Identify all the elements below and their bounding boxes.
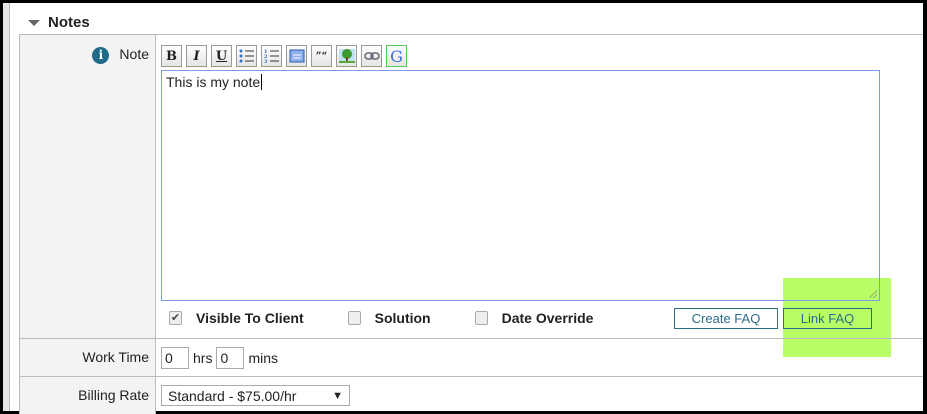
numbered-list-button[interactable]: 123 — [261, 45, 282, 67]
svg-text:3: 3 — [264, 59, 268, 63]
image-icon — [338, 49, 355, 63]
google-icon: G — [390, 46, 403, 66]
note-label: Note — [119, 46, 149, 62]
box-icon — [289, 49, 304, 63]
note-options: ✔ Visible To Client Solution Date Overrid… — [161, 303, 923, 333]
note-row: i Note B I U 123 ”“ G This is my note ✔ Vi… — [20, 35, 923, 339]
mins-label: mins — [248, 349, 279, 366]
form-table: i Note B I U 123 ”“ G This is my note ✔ Vi… — [19, 34, 923, 414]
billing-rate-select[interactable]: Standard - $75.00/hr ▼ — [161, 385, 350, 406]
create-faq-button[interactable]: Create FAQ — [674, 308, 778, 329]
solution-label: Solution — [374, 310, 431, 326]
bulleted-list-icon — [239, 49, 254, 63]
italic-button[interactable]: I — [186, 45, 207, 67]
bold-button[interactable]: B — [161, 45, 182, 67]
note-label-cell: i Note — [20, 35, 156, 338]
insert-box-button[interactable] — [286, 45, 307, 67]
hours-input[interactable]: 0 — [161, 346, 189, 369]
solution-checkbox[interactable] — [347, 311, 361, 325]
hrs-label: hrs — [193, 349, 213, 366]
billing-rate-cell: Standard - $75.00/hr ▼ — [156, 385, 923, 406]
bulleted-list-button[interactable] — [236, 45, 257, 67]
work-time-label: Work Time — [20, 339, 156, 376]
insert-link-button[interactable] — [361, 45, 382, 67]
info-icon[interactable]: i — [92, 46, 110, 64]
billing-rate-row: Billing Rate Standard - $75.00/hr ▼ — [20, 377, 923, 414]
visible-to-client-label: Visible To Client — [196, 310, 304, 326]
quote-button[interactable]: ”“ — [311, 45, 332, 67]
link-faq-button[interactable]: Link FAQ — [783, 308, 872, 329]
section-title: Notes — [48, 14, 90, 31]
visible-to-client-checkbox[interactable]: ✔ — [169, 311, 182, 325]
resize-grip-icon[interactable] — [869, 290, 877, 298]
date-override-checkbox[interactable] — [474, 311, 488, 325]
work-time-row: Work Time 0 hrs 0 mins — [20, 339, 923, 377]
dropdown-arrow-icon: ▼ — [332, 389, 343, 402]
billing-rate-label: Billing Rate — [20, 377, 156, 414]
editor-toolbar: B I U 123 ”“ G — [161, 45, 923, 67]
collapse-triangle-icon[interactable] — [28, 19, 40, 26]
quote-icon: ”“ — [315, 50, 328, 62]
note-cell: B I U 123 ”“ G This is my note ✔ Visible … — [156, 35, 923, 338]
google-button[interactable]: G — [386, 45, 407, 67]
minutes-input[interactable]: 0 — [216, 346, 245, 369]
section-header[interactable]: Notes — [28, 14, 90, 31]
left-strip — [3, 3, 10, 411]
date-override-label: Date Override — [501, 310, 594, 326]
link-icon — [363, 52, 380, 60]
work-time-cell: 0 hrs 0 mins — [156, 346, 923, 369]
note-textarea[interactable]: This is my note — [161, 70, 880, 301]
numbered-list-icon: 123 — [264, 49, 279, 63]
underline-button[interactable]: U — [211, 45, 232, 67]
insert-image-button[interactable] — [336, 45, 357, 67]
